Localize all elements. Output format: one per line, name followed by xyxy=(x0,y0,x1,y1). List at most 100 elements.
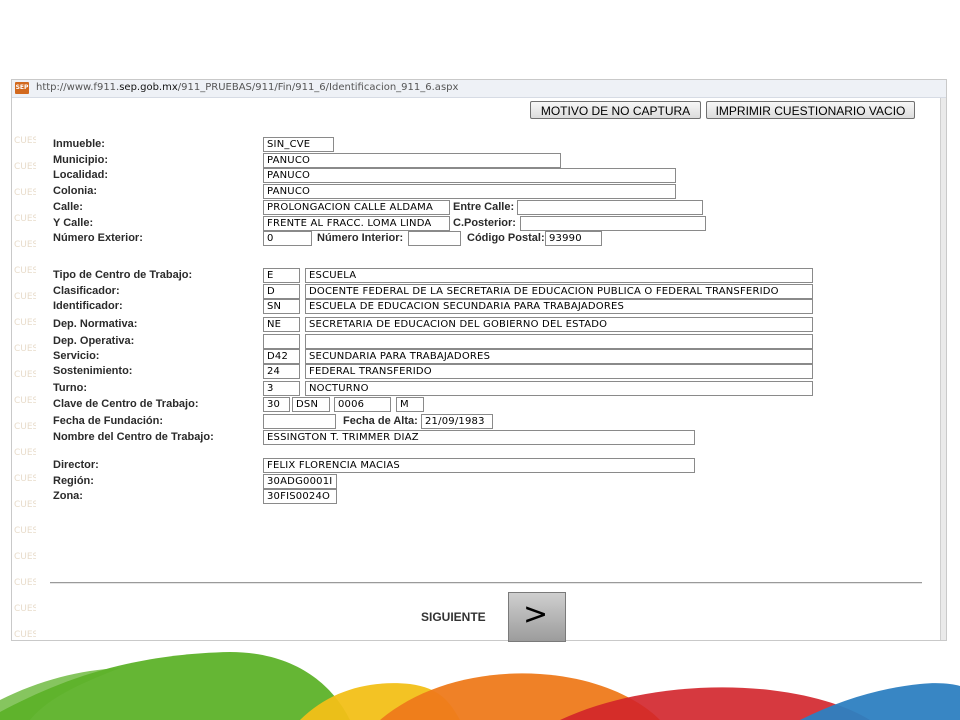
label-municipio: Municipio: xyxy=(53,154,108,166)
label-clave-centro: Clave de Centro de Trabajo: xyxy=(53,398,199,410)
label-inmueble: Inmueble: xyxy=(53,138,105,150)
watermark-text: CUEST xyxy=(14,136,36,146)
watermark-text: CUEST xyxy=(14,396,36,406)
watermark-text: CUEST xyxy=(14,604,36,614)
label-zona: Zona: xyxy=(53,490,83,502)
label-dep-operativa: Dep. Operativa: xyxy=(53,335,135,347)
sostenimiento-code-field[interactable]: 24 xyxy=(263,364,300,379)
url-path: /911_PRUEBAS/911/Fin/911_6/Identificacio… xyxy=(177,82,459,93)
colonia-field[interactable]: PANUCO xyxy=(263,184,676,199)
tipo-desc-field[interactable]: ESCUELA xyxy=(305,268,813,283)
turno-desc-field[interactable]: NOCTURNO xyxy=(305,381,813,396)
chevron-right-icon: > xyxy=(523,597,549,632)
watermark-text: CUEST xyxy=(14,214,36,224)
watermark-text: CUEST xyxy=(14,370,36,380)
url-text[interactable]: http://www.f911.sep.gob.mx/911_PRUEBAS/9… xyxy=(36,82,458,93)
imprimir-cuestionario-button[interactable]: IMPRIMIR CUESTIONARIO VACIO xyxy=(706,101,915,119)
label-tipo-centro: Tipo de Centro de Trabajo: xyxy=(53,269,193,281)
dep-operativa-desc-field[interactable] xyxy=(305,334,813,349)
url-domain: sep.gob.mx xyxy=(119,82,178,93)
vertical-scrollbar[interactable] xyxy=(941,98,946,640)
watermark-text: CUEST xyxy=(14,474,36,484)
turno-code-field[interactable]: 3 xyxy=(263,381,300,396)
watermark-text: CUEST xyxy=(14,552,36,562)
dep-normativa-desc-field[interactable]: SECRETARIA DE EDUCACION DEL GOBIERNO DEL… xyxy=(305,317,813,332)
clasificador-desc-field[interactable]: DOCENTE FEDERAL DE LA SECRETARIA DE EDUC… xyxy=(305,284,813,299)
label-c-posterior: C.Posterior: xyxy=(453,217,516,229)
servicio-code-field[interactable]: D42 xyxy=(263,349,300,364)
label-colonia: Colonia: xyxy=(53,185,97,197)
director-field[interactable]: FELIX FLORENCIA MACIAS xyxy=(263,458,695,473)
label-numero-interior: Número Interior: xyxy=(317,232,404,244)
color-swoosh-graphic xyxy=(0,652,960,720)
clave-tipo-field[interactable]: DSN xyxy=(292,397,330,412)
label-director: Director: xyxy=(53,459,99,471)
localidad-field[interactable]: PANUCO xyxy=(263,168,676,183)
codigo-postal-field[interactable]: 93990 xyxy=(545,231,602,246)
watermark-text: CUEST xyxy=(14,448,36,458)
watermark-text: CUEST xyxy=(14,578,36,588)
address-bar[interactable]: SEP http://www.f911.sep.gob.mx/911_PRUEB… xyxy=(12,80,946,98)
siguiente-label: SIGUIENTE xyxy=(421,610,486,624)
label-region: Región: xyxy=(53,475,94,487)
fecha-alta-field[interactable]: 21/09/1983 xyxy=(421,414,493,429)
servicio-desc-field[interactable]: SECUNDARIA PARA TRABAJADORES xyxy=(305,349,813,364)
calle-field[interactable]: PROLONGACION CALLE ALDAMA xyxy=(263,200,450,215)
watermark-text: CUEST xyxy=(14,422,36,432)
label-numero-exterior: Número Exterior: xyxy=(53,232,143,244)
y-calle-field[interactable]: FRENTE AL FRACC. LOMA LINDA xyxy=(263,216,450,231)
clasificador-code-field[interactable]: D xyxy=(263,284,300,299)
numero-interior-field[interactable] xyxy=(408,231,461,246)
label-dep-normativa: Dep. Normativa: xyxy=(53,318,138,330)
motivo-no-captura-button[interactable]: MOTIVO DE NO CAPTURA xyxy=(530,101,701,119)
c-posterior-field[interactable] xyxy=(520,216,706,231)
label-clasificador: Clasificador: xyxy=(53,285,120,297)
numero-exterior-field[interactable]: 0 xyxy=(263,231,312,246)
inmueble-field[interactable]: SIN_CVE xyxy=(263,137,334,152)
label-calle: Calle: xyxy=(53,201,83,213)
clave-numero-field[interactable]: 0006 xyxy=(334,397,391,412)
watermark-text: CUEST xyxy=(14,292,36,302)
dep-normativa-code-field[interactable]: NE xyxy=(263,317,300,332)
nombre-centro-field[interactable]: ESSINGTON T. TRIMMER DIAZ xyxy=(263,430,695,445)
watermark-text: CUEST xyxy=(14,162,36,172)
label-identificador: Identificador: xyxy=(53,300,123,312)
watermark-text: CUEST xyxy=(14,526,36,536)
zona-field[interactable]: 30FIS0024O xyxy=(263,489,337,504)
identificador-desc-field[interactable]: ESCUELA DE EDUCACION SECUNDARIA PARA TRA… xyxy=(305,299,813,314)
municipio-field[interactable]: PANUCO xyxy=(263,153,561,168)
browser-window: SEP http://www.f911.sep.gob.mx/911_PRUEB… xyxy=(11,79,947,642)
sostenimiento-desc-field[interactable]: FEDERAL TRANSFERIDO xyxy=(305,364,813,379)
watermark-text: CUEST xyxy=(14,266,36,276)
label-y-calle: Y Calle: xyxy=(53,217,94,229)
sep-favicon-icon: SEP xyxy=(15,82,29,94)
section-divider xyxy=(50,582,922,584)
entre-calle-field[interactable] xyxy=(517,200,703,215)
label-entre-calle: Entre Calle: xyxy=(453,201,515,213)
label-sostenimiento: Sostenimiento: xyxy=(53,365,133,377)
label-fecha-alta: Fecha de Alta: xyxy=(343,415,418,427)
decorative-color-band xyxy=(0,640,960,720)
watermark-text: CUEST xyxy=(14,188,36,198)
region-field[interactable]: 30ADG0001I xyxy=(263,474,337,489)
watermark-text: CUEST xyxy=(14,318,36,328)
label-servicio: Servicio: xyxy=(53,350,100,362)
watermark-text: CUEST xyxy=(14,500,36,510)
clave-estado-field[interactable]: 30 xyxy=(263,397,290,412)
siguiente-button[interactable]: > xyxy=(508,592,566,642)
label-fecha-fundacion: Fecha de Fundación: xyxy=(53,415,164,427)
watermark-text: CUEST xyxy=(14,240,36,250)
url-prefix: http://www.f911. xyxy=(36,82,120,93)
tipo-code-field[interactable]: E xyxy=(263,268,300,283)
dep-operativa-code-field[interactable] xyxy=(263,334,300,349)
label-nombre-centro: Nombre del Centro de Trabajo: xyxy=(53,431,214,443)
cuestionario-watermark: CUEST CUEST CUEST CUEST CUEST CUEST CUES… xyxy=(14,128,36,648)
watermark-text: CUEST xyxy=(14,344,36,354)
label-codigo-postal: Código Postal: xyxy=(467,232,545,244)
fecha-fundacion-field[interactable] xyxy=(263,414,336,429)
clave-verificador-field[interactable]: M xyxy=(396,397,424,412)
label-turno: Turno: xyxy=(53,382,88,394)
identificador-code-field[interactable]: SN xyxy=(263,299,300,314)
label-localidad: Localidad: xyxy=(53,169,109,181)
form-content: CUEST CUEST CUEST CUEST CUEST CUEST CUES… xyxy=(12,98,941,642)
